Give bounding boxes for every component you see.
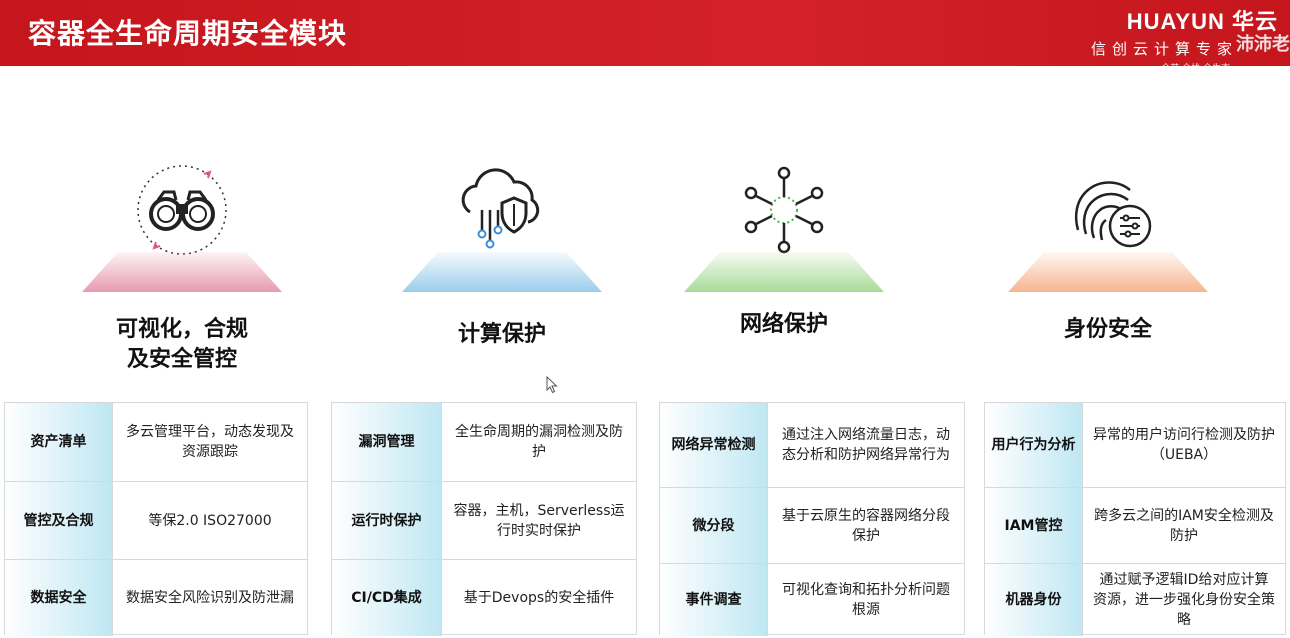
row-value: 多云管理平台，动态发现及资源跟踪 (126, 424, 294, 460)
row-key: 机器身份 (985, 564, 1083, 636)
cloud-shield-icon (452, 160, 552, 260)
table-row: 漏洞管理 全生命周期的漏洞检测及防护 (332, 403, 636, 481)
column-title: 可视化，合规 及安全管控 (115, 317, 248, 372)
stage-pink (82, 252, 282, 292)
page-title: 容器全生命周期安全模块 (28, 17, 348, 50)
row-value: 容器，主机，Serverless运行时实时保护 (453, 502, 625, 539)
table-visibility: 资产清单 多云管理平台，动态发现及资源跟踪 管控及合规 等保2.0 ISO270… (4, 402, 308, 636)
table-row: 用户行为分析 异常的用户访问行检测及防护（UEBA） (985, 403, 1285, 487)
row-value: 异常的用户访问行检测及防护（UEBA） (1093, 427, 1275, 463)
row-value: 跨多云之间的IAM安全检测及防护 (1094, 507, 1274, 544)
table-row: 运行时保护 容器，主机，Serverless运行时实时保护 (332, 481, 636, 559)
row-key: 漏洞管理 (332, 403, 442, 481)
binoculars-icon (132, 160, 232, 260)
watermark: 沛沛老 (1236, 34, 1290, 55)
row-key: 管控及合规 (5, 482, 113, 559)
column-title: 网络保护 (739, 312, 828, 337)
table-network: 网络异常检测 通过注入网络流量日志，动态分析和防护网络异常行为 微分段 基于云原… (659, 402, 965, 636)
stage-blue (402, 252, 602, 292)
table-row: 事件调查 可视化查询和拓扑分析问题根源 (660, 563, 964, 636)
stage-orange (1008, 252, 1208, 292)
row-key: 事件调查 (660, 564, 768, 636)
table-identity: 用户行为分析 异常的用户访问行检测及防护（UEBA） IAM管控 跨多云之间的I… (984, 402, 1286, 636)
row-value: 通过注入网络流量日志，动态分析和防护网络异常行为 (782, 427, 950, 463)
row-value: 全生命周期的漏洞检测及防护 (455, 424, 623, 460)
brand-slogan: 全芯·全栈·全生态 (1161, 64, 1230, 74)
mouse-cursor-icon (546, 375, 558, 398)
row-key: IAM管控 (985, 488, 1083, 563)
fingerprint-icon (1058, 160, 1158, 260)
row-key: 用户行为分析 (985, 403, 1083, 487)
table-row: 网络异常检测 通过注入网络流量日志，动态分析和防护网络异常行为 (660, 403, 964, 487)
column-title: 计算保护 (457, 322, 546, 347)
row-value: 可视化查询和拓扑分析问题根源 (782, 582, 950, 618)
column-title: 身份安全 (1063, 317, 1152, 342)
row-value: 通过赋予逻辑ID给对应计算资源，进一步强化身份安全策略 (1093, 572, 1275, 628)
table-row: 管控及合规 等保2.0 ISO27000 (5, 481, 307, 559)
table-row: 数据安全 数据安全风险识别及防泄漏 (5, 559, 307, 636)
table-row: 微分段 基于云原生的容器网络分段保护 (660, 487, 964, 563)
brand-subtitle: 信创云计算专家 (1090, 40, 1238, 58)
table-row: IAM管控 跨多云之间的IAM安全检测及防护 (985, 487, 1285, 563)
row-key: 数据安全 (5, 560, 113, 636)
table-row: CI/CD集成 基于Devops的安全插件 (332, 559, 636, 636)
row-value: 等保2.0 ISO27000 (148, 512, 272, 529)
network-hub-icon (734, 160, 834, 260)
row-value: 数据安全风险识别及防泄漏 (126, 590, 294, 606)
row-value: 基于Devops的安全插件 (463, 590, 615, 606)
row-key: CI/CD集成 (332, 560, 442, 636)
row-key: 运行时保护 (332, 482, 442, 559)
row-value: 基于云原生的容器网络分段保护 (782, 507, 950, 544)
table-row: 资产清单 多云管理平台，动态发现及资源跟踪 (5, 403, 307, 481)
row-key: 微分段 (660, 488, 768, 563)
table-compute: 漏洞管理 全生命周期的漏洞检测及防护 运行时保护 容器，主机，Serverles… (331, 402, 637, 636)
stage-green (684, 252, 884, 292)
row-key: 资产清单 (5, 403, 113, 481)
row-key: 网络异常检测 (660, 403, 768, 487)
table-row: 机器身份 通过赋予逻辑ID给对应计算资源，进一步强化身份安全策略 (985, 563, 1285, 636)
header-bar: 容器全生命周期安全模块 HUAYUN 华云 信创云计算专家 全芯·全栈·全生态 … (0, 0, 1290, 74)
